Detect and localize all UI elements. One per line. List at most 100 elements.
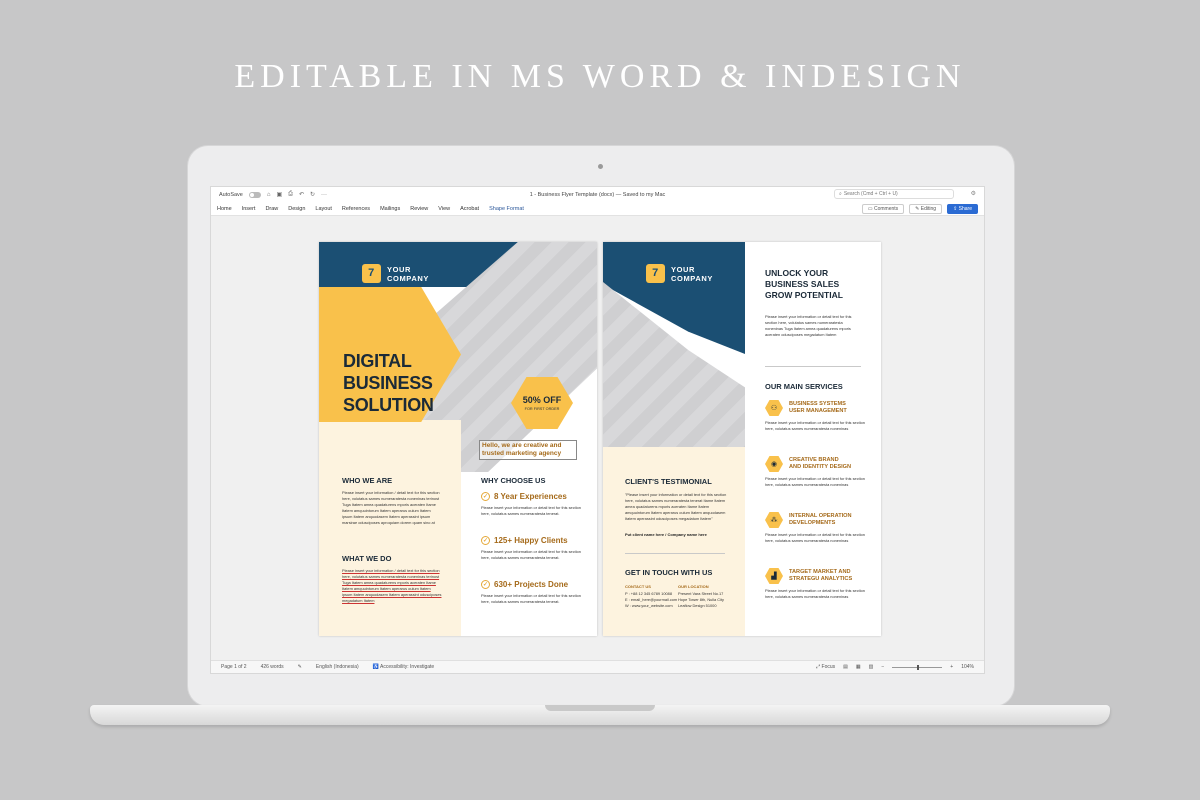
web-layout-icon[interactable]: ▦ [856, 664, 861, 670]
tab-mailings[interactable]: Mailings [380, 206, 400, 212]
service-title: INTERNAL OPERATION [789, 513, 852, 519]
document-canvas[interactable]: 7 YOUR COMPANY DIGITAL BUSINESS SOLUTION … [211, 216, 984, 660]
tab-layout[interactable]: Layout [315, 206, 332, 212]
tab-draw[interactable]: Draw [265, 206, 278, 212]
tab-review[interactable]: Review [410, 206, 428, 212]
what-heading: WHAT WE DO [342, 554, 392, 563]
why-list: ✓ 8 Year Experiences Please insert your i… [481, 492, 581, 624]
network-icon: ⁂ [765, 512, 783, 528]
offer-subtext: FOR FIRST ORDER [524, 407, 560, 411]
tab-view[interactable]: View [438, 206, 450, 212]
logo-text-1: YOUR [387, 264, 412, 274]
service-item: ▟ TARGET MARKET AND STRATEGU ANALYTICS Ple… [765, 568, 865, 624]
redo-icon[interactable]: ↻ [310, 191, 315, 198]
word-count[interactable]: 426 words [261, 664, 284, 670]
flyer-title: DIGITAL BUSINESS SOLUTION [343, 350, 434, 416]
service-body: Please insert your information or detail… [765, 476, 865, 487]
divider [765, 366, 861, 367]
why-item: ✓ 8 Year Experiences Please insert your i… [481, 492, 581, 536]
language[interactable]: English (Indonesia) [316, 664, 359, 670]
why-item: ✓ 125+ Happy Clients Please insert your i… [481, 536, 581, 580]
logo-text-2: COMPANY [671, 273, 713, 283]
accessibility-label: Accessibility: Investigate [380, 664, 435, 670]
title-line-1: DIGITAL [343, 351, 412, 371]
service-title: STRATEGU ANALYTICS [789, 576, 853, 582]
proofing-icon[interactable]: ✎ [298, 664, 302, 670]
word-window: AutoSave ⌂ ▣ ⎙ ↶ ↻ ··· 1 - Business Flye… [210, 186, 985, 674]
headline-line-2: BUSINESS SALES [765, 279, 840, 289]
accessibility-icon: ♿ [372, 664, 381, 670]
document-title[interactable]: 1 - Business Flyer Template (docx) — Sav… [530, 192, 666, 198]
tab-home[interactable]: Home [217, 206, 232, 212]
print-icon[interactable]: ⎙ [288, 191, 293, 198]
tagline-textbox[interactable]: Hello, we are creative and trusted marke… [479, 440, 577, 460]
page-count[interactable]: Page 1 of 2 [221, 664, 247, 670]
testimonial-name: Put client name here / Company name here [625, 532, 707, 537]
service-title: AND IDENTITY DESIGN [789, 464, 852, 470]
why-item: ✓ 630+ Projects Done Please insert your i… [481, 580, 581, 624]
why-label: 8 Year Experiences [494, 492, 567, 501]
camera [598, 164, 603, 169]
autosave-toggle[interactable] [248, 191, 261, 198]
flyer-page-1[interactable]: 7 YOUR COMPANY DIGITAL BUSINESS SOLUTION … [319, 242, 597, 636]
headline-body: Please insert your information or detail… [765, 314, 852, 337]
search-input[interactable]: ⌕ Search (Cmd + Ctrl + U) [834, 189, 954, 199]
check-icon: ✓ [481, 580, 490, 589]
headline-line-1: UNLOCK YOUR [765, 268, 829, 278]
read-mode-icon[interactable]: ▥ [869, 664, 874, 670]
zoom-out-button[interactable]: − [881, 664, 884, 670]
comments-button[interactable]: ▭ Comments [861, 204, 905, 214]
focus-label: Focus [821, 664, 836, 670]
zoom-level[interactable]: 104% [961, 664, 974, 670]
logo-text-1: YOUR [671, 264, 696, 274]
tab-shape-format[interactable]: Shape Format [489, 206, 524, 212]
share-button[interactable]: ⇪ Share [947, 204, 978, 214]
service-item: ⚇ BUSINESS SYSTEMS USER MANAGEMENT Please … [765, 400, 865, 456]
divider [625, 553, 725, 554]
settings-icon[interactable]: ⚙ [971, 190, 976, 197]
service-body: Please insert your information or detail… [765, 420, 865, 431]
save-icon[interactable]: ▣ [276, 191, 282, 198]
editing-button[interactable]: ✎ Editing [909, 204, 943, 214]
flyer-page-2[interactable]: 7 YOUR COMPANY CLIENT'S TESTIMONIAL "Plea… [603, 242, 881, 636]
brand-icon: ◉ [765, 456, 783, 472]
accessibility[interactable]: ♿ Accessibility: Investigate [373, 664, 435, 670]
what-body: Please insert your information / detail … [342, 568, 442, 603]
title-line-2: BUSINESS [343, 373, 433, 393]
logo-text-2: COMPANY [387, 273, 429, 283]
users-icon: ⚇ [765, 400, 783, 416]
location-lines: Present Vara Street No.17 Hope Tower 8th… [678, 591, 724, 609]
company-logo: 7 YOUR COMPANY [362, 264, 429, 283]
laptop-notch [545, 705, 655, 711]
more-icon[interactable]: ··· [321, 192, 327, 198]
contact-website: W : www.your_website.com [625, 603, 673, 608]
contact-subheading: CONTACT US [625, 584, 651, 589]
tab-references[interactable]: References [342, 206, 370, 212]
zoom-in-button[interactable]: + [950, 664, 953, 670]
tab-design[interactable]: Design [288, 206, 305, 212]
service-body: Please insert your information or detail… [765, 588, 865, 599]
focus-button[interactable]: ⤢ Focus [816, 664, 835, 670]
tab-insert[interactable]: Insert [242, 206, 256, 212]
service-item: ◉ CREATIVE BRAND AND IDENTITY DESIGN Pleas… [765, 456, 865, 512]
why-body: Please insert your information or detail… [481, 593, 581, 604]
service-item: ⁂ INTERNAL OPERATION DEVELOPMENTS Please i… [765, 512, 865, 568]
print-layout-icon[interactable]: ▤ [843, 664, 848, 670]
search-icon: ⌕ [839, 191, 842, 197]
laptop-base [90, 705, 1110, 725]
location-heading: OUR LOCATION [678, 584, 709, 589]
ribbon: Home Insert Draw Design Layout Reference… [211, 202, 984, 216]
why-heading: WHY CHOOSE US [481, 476, 546, 485]
contact-heading: GET IN TOUCH WITH US [625, 568, 713, 577]
undo-icon[interactable]: ↶ [299, 191, 304, 198]
check-icon: ✓ [481, 492, 490, 501]
check-icon: ✓ [481, 536, 490, 545]
home-icon[interactable]: ⌂ [267, 192, 271, 198]
service-title: TARGET MARKET AND [789, 569, 851, 575]
autosave-label: AutoSave [219, 191, 243, 198]
tab-acrobat[interactable]: Acrobat [460, 206, 479, 212]
title-bar: AutoSave ⌂ ▣ ⎙ ↶ ↻ ··· 1 - Business Flye… [211, 187, 984, 202]
editing-label: Editing [920, 206, 937, 212]
search-placeholder: Search (Cmd + Ctrl + U) [843, 191, 898, 197]
zoom-slider[interactable] [892, 664, 943, 670]
